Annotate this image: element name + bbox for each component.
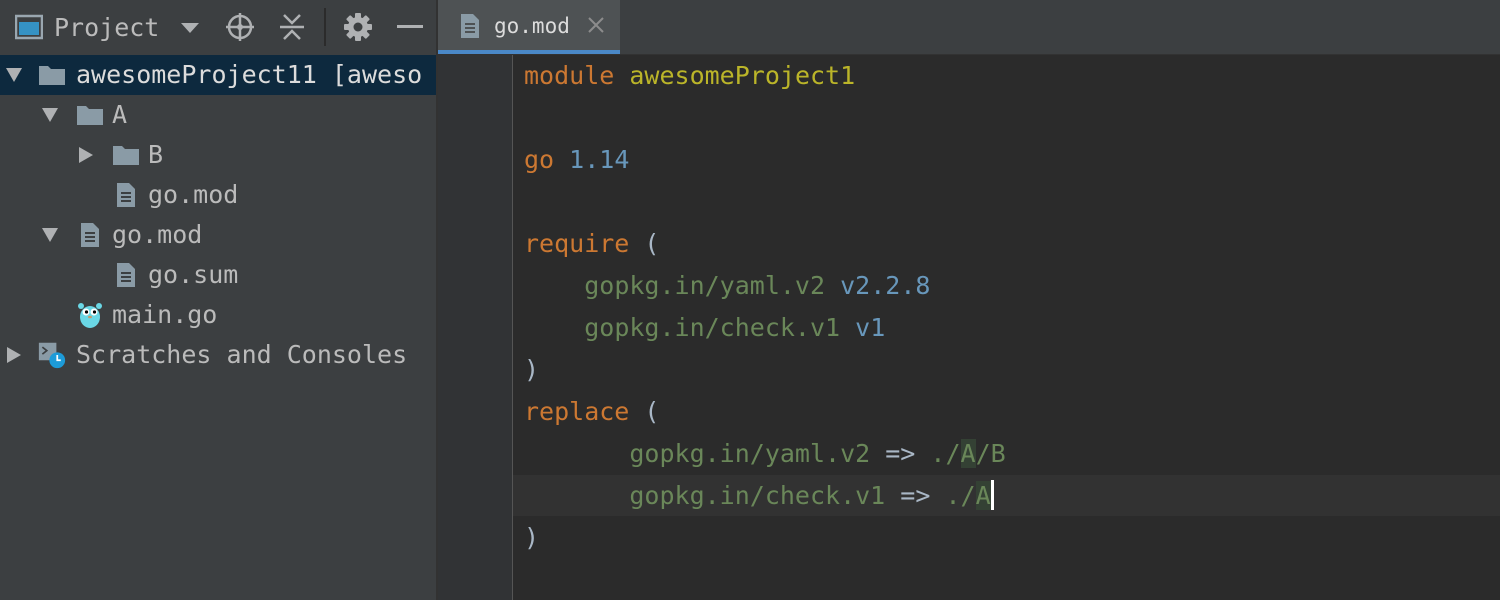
project-view-icon[interactable] xyxy=(14,12,44,42)
module-path: gopkg.in/check.v1 xyxy=(584,313,841,342)
minimize-icon[interactable] xyxy=(394,11,426,43)
module-version: v2.2.8 xyxy=(840,271,931,300)
file-icon xyxy=(112,175,140,215)
tree-item-gosum[interactable]: go.sum xyxy=(0,255,436,295)
active-tab-indicator xyxy=(438,50,620,54)
replace-target-highlight: A xyxy=(975,481,991,510)
replace-target-highlight: A xyxy=(960,439,976,468)
editor-gutter[interactable] xyxy=(438,55,512,600)
open-paren: ( xyxy=(644,397,660,426)
code-line-11: gopkg.in/check.v1 => ./A xyxy=(524,475,994,517)
scratches-icon xyxy=(38,335,66,375)
expanded-arrow-icon[interactable] xyxy=(2,55,26,95)
collapse-all-icon[interactable] xyxy=(276,11,308,43)
project-toolbar: Project xyxy=(0,0,436,54)
code-line-5: require ( xyxy=(524,223,659,265)
close-paren: ) xyxy=(524,355,540,384)
tree-item-maingo[interactable]: main.go xyxy=(0,295,436,335)
keyword-replace: replace xyxy=(524,397,630,426)
tree-item-label: A xyxy=(112,100,128,129)
replace-target-suffix: /B xyxy=(975,439,1006,468)
file-icon xyxy=(460,13,482,41)
tree-item-a[interactable]: A xyxy=(0,95,436,135)
tree-item-a-gomod[interactable]: go.mod xyxy=(0,175,436,215)
locate-icon[interactable] xyxy=(224,11,256,43)
folder-icon xyxy=(112,135,140,175)
code-line-3: go 1.14 xyxy=(524,139,629,181)
tree-item-label: main.go xyxy=(112,300,218,329)
tree-item-label: go.mod xyxy=(112,220,203,249)
chevron-down-icon[interactable] xyxy=(176,14,204,42)
project-tool-window: Project awesomeProject11 [aweso A B go.m… xyxy=(0,0,436,600)
module-path: gopkg.in/yaml.v2 xyxy=(629,439,871,468)
file-icon xyxy=(76,215,104,255)
collapsed-arrow-icon[interactable] xyxy=(74,135,98,175)
folder-icon xyxy=(76,95,104,135)
module-path: gopkg.in/yaml.v2 xyxy=(584,271,826,300)
code-line-12: ) xyxy=(524,517,539,559)
tab-label: go.mod xyxy=(494,14,570,38)
tree-item-label: go.mod xyxy=(148,180,239,209)
module-version: v1 xyxy=(855,313,886,342)
gear-icon[interactable] xyxy=(342,11,374,43)
file-icon xyxy=(112,255,140,295)
tree-item-b[interactable]: B xyxy=(0,135,436,175)
module-name: awesomeProject1 xyxy=(629,61,856,90)
code-line-10: gopkg.in/yaml.v2 => ./A/B xyxy=(524,433,1006,475)
tab-gomod[interactable]: go.mod xyxy=(438,0,620,54)
tree-item-label: awesomeProject11 [aweso xyxy=(76,60,423,89)
expanded-arrow-icon[interactable] xyxy=(38,215,62,255)
close-icon[interactable] xyxy=(586,15,608,37)
replace-arrow: => xyxy=(900,481,931,510)
tree-item-gomod[interactable]: go.mod xyxy=(0,215,436,255)
close-paren: ) xyxy=(524,523,540,552)
replace-target-prefix: ./ xyxy=(930,439,961,468)
code-line-7: gopkg.in/check.v1 v1 xyxy=(524,307,885,349)
replace-target-prefix: ./ xyxy=(945,481,976,510)
code-line-1: module awesomeProject1 xyxy=(524,55,855,97)
keyword-module: module xyxy=(524,61,615,90)
expanded-arrow-icon[interactable] xyxy=(38,95,62,135)
tree-item-awesomeproject11[interactable]: awesomeProject11 [aweso xyxy=(0,55,436,95)
code-line-9: replace ( xyxy=(524,391,659,433)
toolbar-divider xyxy=(324,8,326,46)
keyword-go: go xyxy=(524,145,555,174)
project-view-label[interactable]: Project xyxy=(54,10,159,44)
tree-item-scratches[interactable]: Scratches and Consoles xyxy=(0,335,436,375)
tree-item-label: Scratches and Consoles xyxy=(76,340,408,369)
go-version: 1.14 xyxy=(569,145,630,174)
gopher-icon xyxy=(76,295,104,335)
collapsed-arrow-icon[interactable] xyxy=(2,335,26,375)
code-line-6: gopkg.in/yaml.v2 v2.2.8 xyxy=(524,265,930,307)
open-paren: ( xyxy=(644,229,660,258)
code-line-8: ) xyxy=(524,349,539,391)
tree-item-label: go.sum xyxy=(148,260,239,289)
replace-arrow: => xyxy=(885,439,916,468)
gutter-divider xyxy=(512,55,513,600)
text-caret xyxy=(990,480,994,510)
module-path: gopkg.in/check.v1 xyxy=(629,481,886,510)
keyword-require: require xyxy=(524,229,630,258)
tree-item-label: B xyxy=(148,140,164,169)
folder-icon xyxy=(38,55,66,95)
editor-tab-bar: go.mod xyxy=(438,0,1500,55)
